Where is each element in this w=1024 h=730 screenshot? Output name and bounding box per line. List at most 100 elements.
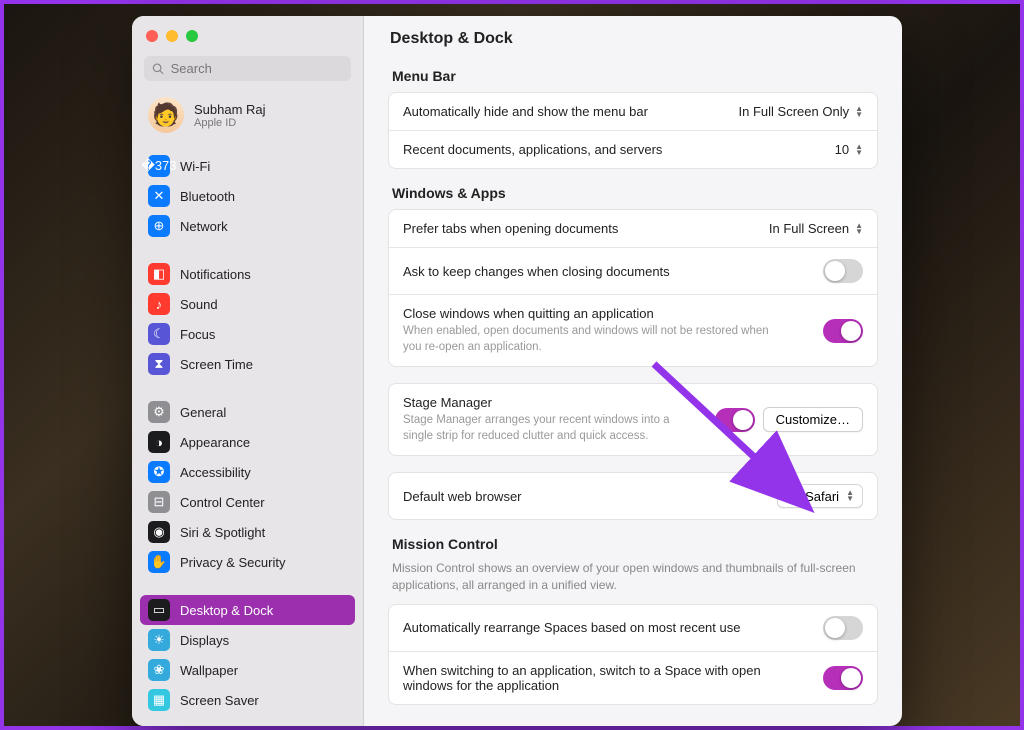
- sidebar-item-label: Desktop & Dock: [180, 603, 273, 618]
- sidebar-item-screen-time[interactable]: ⧗Screen Time: [140, 349, 355, 379]
- default-browser-dropdown[interactable]: Safari ▲▼: [777, 484, 863, 508]
- close-windows-desc: When enabled, open documents and windows…: [403, 324, 783, 355]
- row-close-windows: Close windows when quitting an applicati…: [389, 294, 877, 366]
- sidebar-item-network[interactable]: ⊕Network: [140, 211, 355, 241]
- profile-name: Subham Raj: [194, 102, 266, 117]
- row-stage-manager: Stage Manager Stage Manager arranges you…: [389, 384, 877, 455]
- close-windows-label: Close windows when quitting an applicati…: [403, 306, 811, 321]
- row-autohide-menubar: Automatically hide and show the menu bar…: [389, 93, 877, 130]
- chevron-updown-icon: ▲▼: [846, 490, 854, 502]
- fullscreen-window-button[interactable]: [186, 30, 198, 42]
- sidebar-item-label: Control Center: [180, 495, 265, 510]
- sidebar-item-label: Notifications: [180, 267, 251, 282]
- minimize-window-button[interactable]: [166, 30, 178, 42]
- panel-default-browser: Default web browser Safari ▲▼: [388, 472, 878, 520]
- apple-id-profile[interactable]: 🧑 Subham Raj Apple ID: [132, 89, 363, 147]
- panel-mission-control: Automatically rearrange Spaces based on …: [388, 604, 878, 705]
- safari-icon: [784, 488, 800, 504]
- sidebar-item-label: Screen Time: [180, 357, 253, 372]
- siri-spotlight-icon: ◉: [148, 521, 170, 543]
- row-recents: Recent documents, applications, and serv…: [389, 130, 877, 168]
- traffic-lights: [132, 16, 363, 52]
- row-switch-space: When switching to an application, switch…: [389, 651, 877, 704]
- sidebar-item-label: Focus: [180, 327, 215, 342]
- sidebar-item-displays[interactable]: ☀ Displays: [140, 625, 355, 655]
- chevron-updown-icon: ▲▼: [855, 144, 863, 156]
- recents-label: Recent documents, applications, and serv…: [403, 142, 823, 157]
- sidebar-item-control-center[interactable]: ⊟ Control Center: [140, 487, 355, 517]
- prefer-tabs-dropdown[interactable]: In Full Screen ▲▼: [769, 221, 863, 236]
- sidebar-item-accessibility[interactable]: ✪ Accessibility: [140, 457, 355, 487]
- screen-saver-icon: ▦: [148, 689, 170, 711]
- auto-rearrange-label: Automatically rearrange Spaces based on …: [403, 620, 811, 635]
- close-window-button[interactable]: [146, 30, 158, 42]
- sidebar-item-label: Privacy & Security: [180, 555, 285, 570]
- panel-stage-manager: Stage Manager Stage Manager arranges you…: [388, 383, 878, 456]
- accessibility-icon: ✪: [148, 461, 170, 483]
- sidebar-item-siri-spotlight[interactable]: ◉ Siri & Spotlight: [140, 517, 355, 547]
- autohide-label: Automatically hide and show the menu bar: [403, 104, 727, 119]
- main-content: Desktop & Dock Menu Bar Automatically hi…: [364, 16, 902, 726]
- recents-dropdown[interactable]: 10 ▲▼: [835, 142, 863, 157]
- stage-desc: Stage Manager arranges your recent windo…: [403, 413, 703, 444]
- stage-toggle[interactable]: [715, 408, 755, 432]
- appearance-icon: ◑: [148, 431, 170, 453]
- chevron-updown-icon: ▲▼: [855, 223, 863, 235]
- sidebar-item-focus[interactable]: ☾ Focus: [140, 319, 355, 349]
- sidebar-item-label: Displays: [180, 633, 229, 648]
- sidebar-item-bluetooth[interactable]: ✕ Bluetooth: [140, 181, 355, 211]
- search-field-wrap[interactable]: [144, 56, 351, 81]
- panel-winapps: Prefer tabs when opening documents In Fu…: [388, 209, 878, 367]
- section-winapps-header: Windows & Apps: [392, 185, 874, 201]
- sidebar-item-sound[interactable]: ♪ Sound: [140, 289, 355, 319]
- autohide-dropdown[interactable]: In Full Screen Only ▲▼: [739, 104, 863, 119]
- search-input[interactable]: [171, 61, 343, 76]
- default-browser-value: Safari: [805, 489, 839, 504]
- sidebar-item-label: Sound: [180, 297, 218, 312]
- section-mission-header: Mission Control: [392, 536, 874, 552]
- default-browser-label: Default web browser: [403, 489, 765, 504]
- wallpaper-icon: ❀: [148, 659, 170, 681]
- sidebar-item-screen-saver[interactable]: ▦ Screen Saver: [140, 685, 355, 715]
- system-settings-window: 🧑 Subham Raj Apple ID �373 Wi-Fi ✕ Bluetoot…: [132, 16, 902, 726]
- sidebar-item-label: Wi-Fi: [180, 159, 210, 174]
- sidebar-item-wi-fi[interactable]: �373 Wi-Fi: [140, 151, 355, 181]
- prefer-tabs-value: In Full Screen: [769, 221, 849, 236]
- prefer-tabs-label: Prefer tabs when opening documents: [403, 221, 757, 236]
- displays-icon: ☀: [148, 629, 170, 651]
- ask-keep-toggle[interactable]: [823, 259, 863, 283]
- profile-sub: Apple ID: [194, 117, 266, 129]
- sidebar-item-label: Network: [180, 219, 228, 234]
- general-icon: ⚙: [148, 401, 170, 423]
- sidebar-item-privacy-security[interactable]: ✋Privacy & Security: [140, 547, 355, 577]
- sidebar: 🧑 Subham Raj Apple ID �373 Wi-Fi ✕ Bluetoot…: [132, 16, 364, 726]
- sidebar-item-label: Bluetooth: [180, 189, 235, 204]
- search-icon: [152, 62, 165, 76]
- sidebar-item-general[interactable]: ⚙ General: [140, 397, 355, 427]
- sidebar-item-label: Accessibility: [180, 465, 251, 480]
- auto-rearrange-toggle[interactable]: [823, 616, 863, 640]
- sidebar-item-label: General: [180, 405, 226, 420]
- sidebar-item-appearance[interactable]: ◑ Appearance: [140, 427, 355, 457]
- control-center-icon: ⊟: [148, 491, 170, 513]
- switch-space-label: When switching to an application, switch…: [403, 663, 783, 693]
- page-title: Desktop & Dock: [390, 30, 878, 48]
- sound-icon: ♪: [148, 293, 170, 315]
- sidebar-item-label: Appearance: [180, 435, 250, 450]
- switch-space-toggle[interactable]: [823, 666, 863, 690]
- desktop-dock-icon: ▭: [148, 599, 170, 621]
- chevron-updown-icon: ▲▼: [855, 106, 863, 118]
- row-default-browser: Default web browser Safari ▲▼: [389, 473, 877, 519]
- sidebar-item-desktop-dock[interactable]: ▭ Desktop & Dock: [140, 595, 355, 625]
- section-mission-desc: Mission Control shows an overview of you…: [392, 560, 874, 594]
- sidebar-item-label: Siri & Spotlight: [180, 525, 265, 540]
- wi-fi-icon: �373: [148, 155, 170, 177]
- customize-button[interactable]: Customize…: [763, 407, 863, 432]
- close-windows-toggle[interactable]: [823, 319, 863, 343]
- sidebar-item-notifications[interactable]: ◧Notifications: [140, 259, 355, 289]
- ask-keep-label: Ask to keep changes when closing documen…: [403, 264, 811, 279]
- sidebar-item-wallpaper[interactable]: ❀Wallpaper: [140, 655, 355, 685]
- bluetooth-icon: ✕: [148, 185, 170, 207]
- sidebar-item-label: Screen Saver: [180, 693, 259, 708]
- focus-icon: ☾: [148, 323, 170, 345]
